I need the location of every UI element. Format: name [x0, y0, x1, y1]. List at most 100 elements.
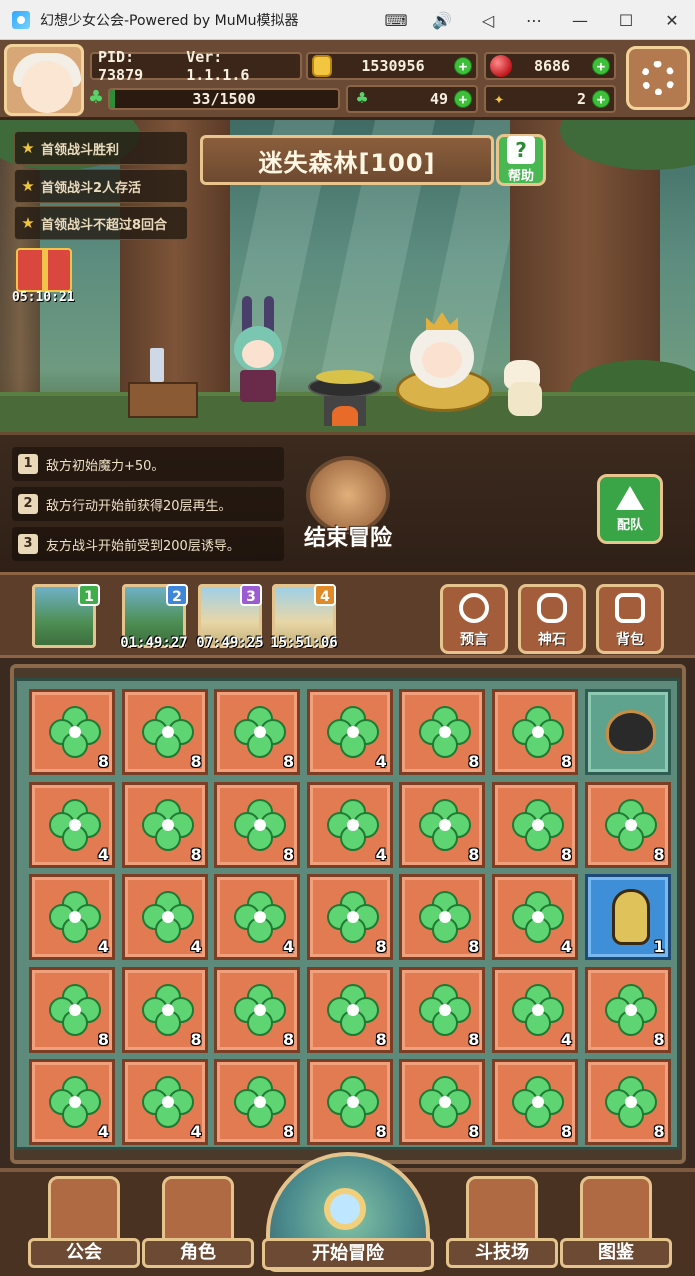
inventory-clover-item[interactable]: 4 [121, 874, 208, 961]
four-leaf-clover-icon [512, 891, 564, 944]
inventory-clover-item[interactable]: 8 [584, 966, 671, 1053]
divine-stone-button[interactable]: 神石 [518, 584, 586, 654]
player-pid: PID: 73879 [98, 48, 144, 84]
inventory-clover-item[interactable]: 4 [306, 781, 393, 868]
nav-character-label: 角色 [142, 1238, 254, 1268]
gift-box-icon[interactable] [16, 248, 72, 292]
back-icon[interactable]: ◁ [465, 0, 511, 40]
nav-arena[interactable]: 斗技场 [446, 1176, 558, 1272]
backpack-button[interactable]: 背包 [596, 584, 664, 654]
inventory-clover-item[interactable]: 8 [492, 1059, 578, 1146]
four-leaf-clover-icon [604, 983, 657, 1036]
backpack-label: 背包 [616, 632, 644, 648]
inventory-clover-item[interactable]: 4 [121, 1059, 208, 1146]
inventory-clover-item[interactable]: 8 [399, 1059, 486, 1146]
inventory-clover-item[interactable]: 4 [492, 874, 578, 961]
inventory-clover-item[interactable]: 8 [306, 966, 393, 1053]
four-leaf-clover-icon [326, 891, 379, 944]
inventory-clover-item[interactable]: 8 [399, 781, 486, 868]
team-icon [616, 485, 644, 510]
mumu-app-icon [12, 10, 30, 29]
inventory-clover-item[interactable]: 8 [399, 689, 486, 775]
item-count: 8 [560, 1122, 572, 1142]
item-count: 8 [560, 752, 572, 771]
maximize-button[interactable]: ☐ [603, 0, 649, 40]
inventory-clover-item[interactable]: 4 [29, 1059, 115, 1146]
team-setup-button[interactable]: 配队 [597, 474, 663, 544]
inventory-cauldron-item[interactable] [584, 689, 671, 775]
inventory-clover-item[interactable]: 8 [399, 874, 486, 961]
inventory-clover-item[interactable]: 8 [121, 781, 208, 868]
help-button[interactable]: ? 帮助 [496, 134, 546, 186]
inventory-clover-item[interactable]: 8 [214, 689, 301, 775]
item-count: 8 [283, 752, 295, 771]
inventory-clover-item[interactable]: 8 [121, 689, 208, 775]
quest-text: 首领战斗胜利 [41, 142, 120, 158]
wooden-crate [128, 382, 198, 418]
add-gold-button[interactable]: + [454, 57, 472, 75]
inventory-clover-item[interactable]: 8 [214, 966, 301, 1053]
add-feather-button[interactable]: + [592, 90, 610, 108]
four-leaf-clover-icon [234, 798, 287, 851]
inventory-clover-item[interactable]: 8 [584, 1059, 671, 1146]
volume-icon[interactable]: 🔊 [419, 0, 465, 40]
item-count: 4 [375, 752, 387, 771]
close-button[interactable]: ✕ [649, 0, 695, 40]
four-leaf-clover-icon [49, 798, 101, 851]
inventory-clover-item[interactable]: 8 [306, 1059, 393, 1146]
nav-arena-label: 斗技场 [446, 1238, 558, 1268]
inventory-clover-item[interactable]: 8 [584, 781, 671, 868]
four-leaf-clover-icon [49, 891, 101, 944]
inventory-clover-item[interactable]: 4 [214, 874, 301, 961]
inventory-grid: 8 8 8 4 8 8 4 8 8 4 8 8 8 4 4 4 8 8 4 1 8 8 8 8 8 4 8 4 4 8 8 8 8 8 [14, 678, 680, 1150]
nav-guild-label: 公会 [28, 1238, 140, 1268]
inventory-clover-item[interactable]: 4 [29, 874, 115, 961]
inventory-potion-item[interactable]: 1 [584, 874, 671, 961]
settings-button[interactable] [626, 46, 690, 110]
inventory-clover-item[interactable]: 8 [492, 781, 578, 868]
modifier-number: 2 [18, 494, 38, 514]
nav-start-adventure[interactable]: 开始冒险 [262, 1152, 434, 1274]
end-adventure-button[interactable]: 结束冒险 [298, 456, 398, 552]
item-count: 8 [375, 937, 387, 957]
inventory-clover-item[interactable]: 8 [306, 874, 393, 961]
inventory-clover-item[interactable]: 8 [214, 1059, 301, 1146]
slot-badge: 2 [166, 584, 188, 606]
four-leaf-clover-icon [49, 1076, 101, 1129]
inventory-clover-item[interactable]: 8 [29, 689, 115, 775]
inventory-clover-item[interactable]: 8 [29, 966, 115, 1053]
inventory-clover-item[interactable]: 8 [492, 689, 578, 775]
item-count: 4 [283, 937, 295, 957]
nav-codex[interactable]: 图鉴 [560, 1176, 672, 1272]
prophecy-button[interactable]: 预言 [440, 584, 508, 654]
nav-character[interactable]: 角色 [142, 1176, 254, 1272]
more-icon[interactable]: ⋯ [511, 0, 557, 40]
feather-amount: 2 [576, 90, 586, 108]
modifier-text: 敌方初始魔力+50。 [46, 458, 165, 474]
star-icon: ★ [21, 214, 35, 232]
four-leaf-clover-icon [419, 798, 472, 851]
item-count: 8 [97, 1029, 109, 1049]
clover-icon: ♣ [356, 88, 368, 109]
four-leaf-clover-icon [141, 1076, 194, 1129]
four-leaf-clover-icon [49, 706, 101, 758]
four-leaf-clover-icon [234, 891, 287, 944]
keyboard-icon[interactable]: ⌨ [373, 0, 419, 40]
inventory-clover-item[interactable]: 8 [399, 966, 486, 1053]
modifier-number: 1 [18, 454, 38, 474]
prophecy-label: 预言 [460, 632, 488, 648]
inventory-clover-item[interactable]: 4 [492, 966, 578, 1053]
minimize-button[interactable]: — [557, 0, 603, 40]
player-avatar[interactable] [4, 44, 84, 116]
item-count: 8 [97, 752, 109, 771]
inventory-clover-item[interactable]: 8 [121, 966, 208, 1053]
inventory-clover-item[interactable]: 8 [214, 781, 301, 868]
team-label: 配队 [616, 517, 643, 533]
inventory-clover-item[interactable]: 4 [29, 781, 115, 868]
nav-guild[interactable]: 公会 [28, 1176, 140, 1272]
add-gems-button[interactable]: + [592, 57, 610, 75]
inventory-clover-item[interactable]: 4 [306, 689, 393, 775]
slot-badge: 4 [314, 584, 336, 606]
four-leaf-clover-icon [419, 891, 472, 944]
add-clover-button[interactable]: + [454, 90, 472, 108]
